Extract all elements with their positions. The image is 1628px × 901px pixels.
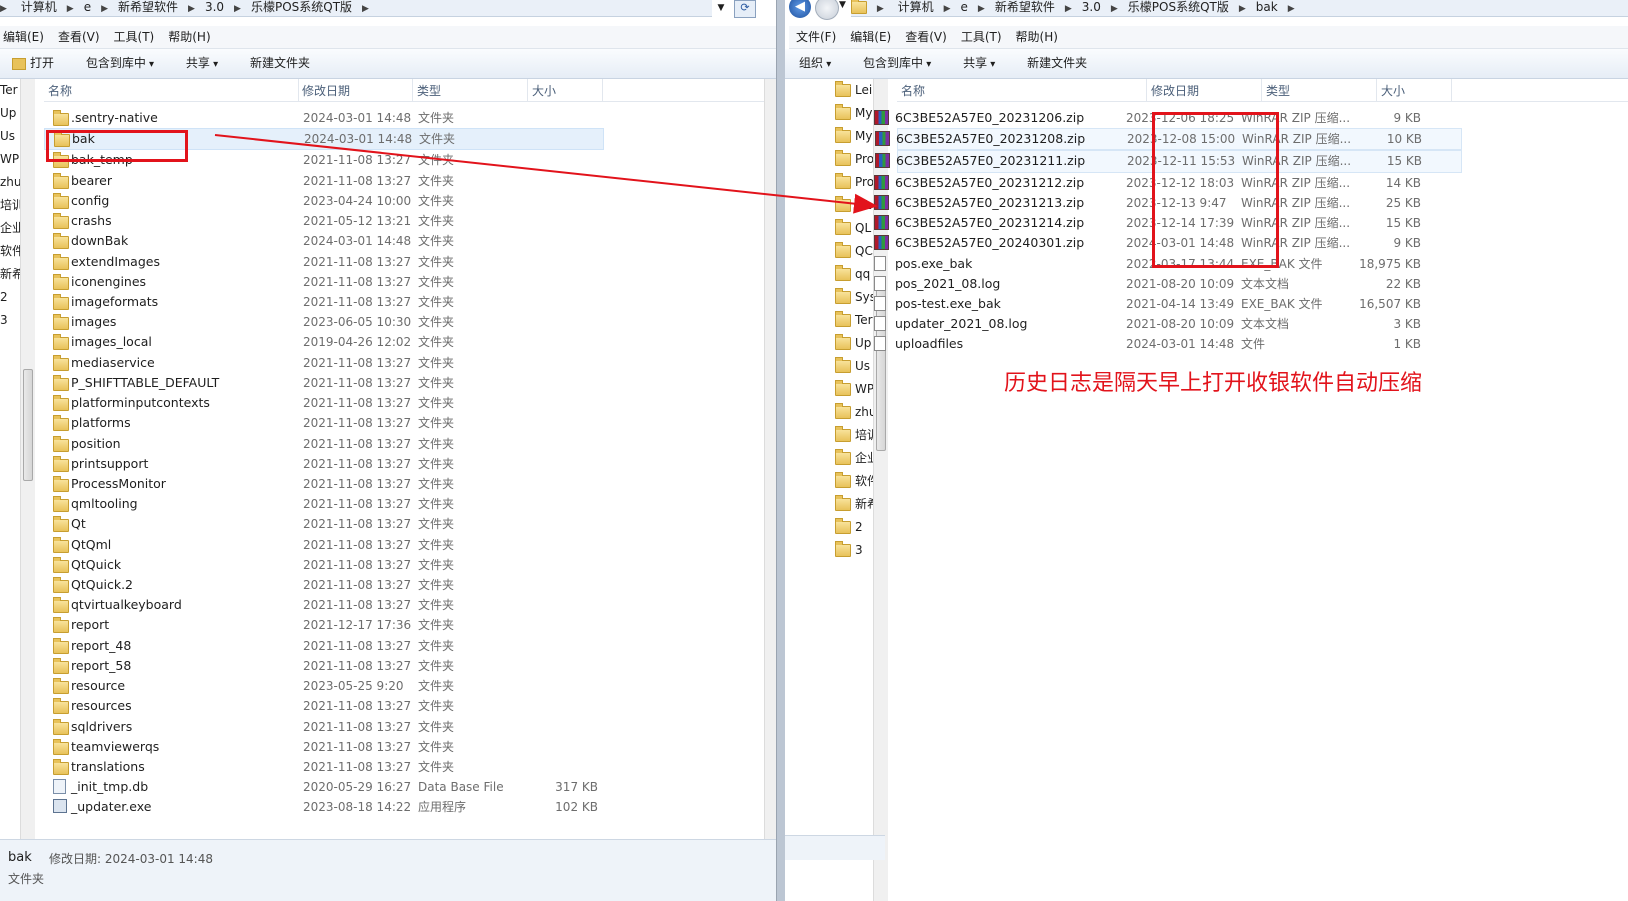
annotation-arrow [214,134,878,214]
